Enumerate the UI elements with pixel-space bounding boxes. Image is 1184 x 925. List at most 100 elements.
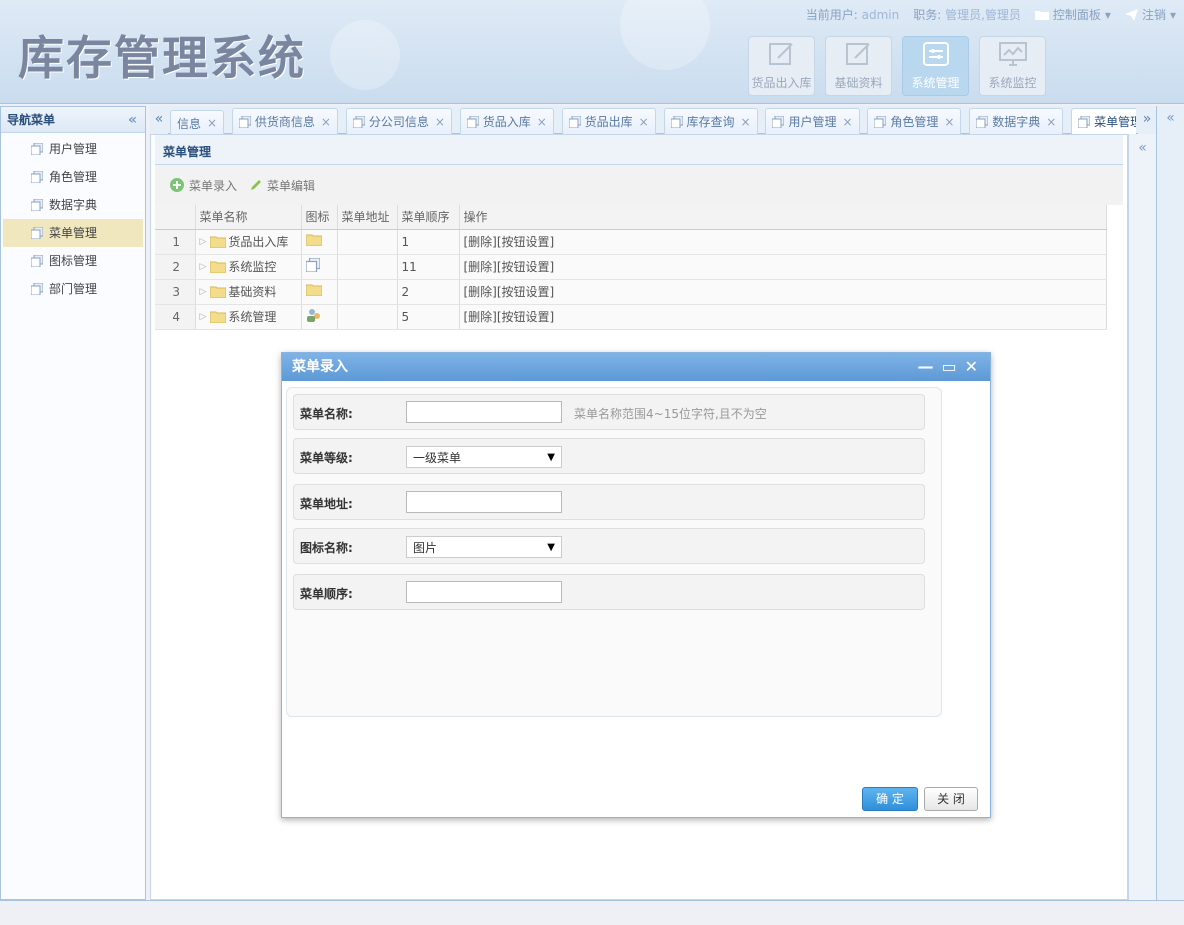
operations-cell[interactable]: [删除][按钮设置] [459,279,1107,305]
menu-order-cell: 11 [397,254,460,280]
users-icon [306,309,320,322]
menu-icon-cell [301,254,338,280]
table-row[interactable]: 4 ▷ 系统管理 5 [删除][按钮设置] [155,304,1107,330]
close-icon[interactable]: × [944,115,954,129]
row-number-header [155,205,196,230]
table-row[interactable]: 3 ▷ 基础资料 2 [删除][按钮设置] [155,279,1107,305]
tab-info[interactable]: 信息 × [170,109,225,134]
expand-icon[interactable]: ▷ [200,287,207,297]
close-icon[interactable]: × [741,115,751,129]
tab-menus[interactable]: 菜单管理× [1071,108,1136,134]
content-east-toggle[interactable]: « [1128,134,1156,900]
tab-branches[interactable]: 分公司信息 × [345,108,452,134]
expand-icon[interactable]: ▷ [200,237,207,247]
dialog-window-tools: — ▭ ✕ [917,353,978,381]
chevron-down-icon: ▾ [1169,7,1176,22]
column-header[interactable]: 菜单顺序 [397,205,460,230]
tab-scroll-right-icon[interactable]: » [1138,106,1156,134]
menu-name-cell[interactable]: ▷ 系统监控 [195,254,302,280]
menu-address-cell [337,254,398,280]
column-header[interactable]: 操作 [459,205,1107,230]
sidebar-item-roles[interactable]: 角色管理 [3,163,143,191]
folder-icon [305,234,322,247]
tab-dictionary[interactable]: 数据字典 × [969,108,1064,134]
close-icon[interactable]: × [207,116,217,130]
table-row[interactable]: 2 ▷ 系统监控 11 [删除][按钮设置] [155,254,1107,280]
operations-cell[interactable]: [删除][按钮设置] [459,229,1107,255]
close-icon[interactable]: × [639,115,649,129]
right-panel-toggle[interactable]: « [1156,106,1184,900]
sidebar-item-label: 菜单管理 [49,226,98,240]
menu-name-input[interactable] [406,401,562,423]
sidebar-item-departments[interactable]: 部门管理 [3,275,143,303]
expand-icon[interactable]: ▷ [200,312,207,322]
icon-name-label: 图标名称: [300,541,353,555]
dialog-buttons: 确 定 关 闭 [862,787,978,811]
menu-level-select[interactable]: 一级菜单 ▼ [406,446,562,468]
close-button[interactable]: 关 闭 [924,787,978,811]
maximize-icon[interactable]: ▭ [941,353,956,381]
table-row[interactable]: 1 ▷ 货品出入库 1 [删除][按钮设置] [155,229,1107,255]
close-icon[interactable]: × [842,115,852,129]
user-role: 职务: 管理员,管理员 [913,8,1021,22]
column-header[interactable]: 图标 [301,205,338,230]
page-icon [238,115,251,128]
operations-cell[interactable]: [删除][按钮设置] [459,254,1107,280]
page-icon [31,255,43,267]
collapse-left-icon[interactable]: « [128,107,137,133]
folder-icon [1034,11,1049,20]
dialog-header: 菜单录入 — ▭ ✕ [282,353,990,381]
confirm-button[interactable]: 确 定 [862,787,918,811]
close-icon[interactable]: × [1046,115,1056,129]
sidebar-item-users[interactable]: 用户管理 [3,135,143,163]
tab-goods-in[interactable]: 货品入库 × [459,108,554,134]
close-icon[interactable]: ✕ [965,353,978,381]
tab-goods-out[interactable]: 货品出库 × [561,108,656,134]
collapse-right-icon: « [1138,140,1147,156]
menu-level-label: 菜单等级: [300,451,353,465]
menu-name-label: 菜单名称: [300,407,353,421]
icon-name-select[interactable]: 图片 ▼ [406,536,562,558]
column-header[interactable]: 菜单名称 [195,205,302,230]
column-header[interactable]: 菜单地址 [337,205,398,230]
row-number: 4 [155,304,196,330]
close-icon[interactable]: × [321,115,331,129]
module-system-admin[interactable]: 系统管理 [902,36,969,96]
operations-cell[interactable]: [删除][按钮设置] [459,304,1107,330]
module-goods-io[interactable]: 货品出入库 [748,36,815,96]
menu-address-label: 菜单地址: [300,497,353,511]
form-row-order: 菜单顺序: [293,574,925,610]
menu-icon-cell [301,304,338,330]
sidebar-item-icons[interactable]: 图标管理 [3,247,143,275]
module-system-monitor[interactable]: 系统监控 [979,36,1046,96]
tab-suppliers[interactable]: 供货商信息 × [231,108,338,134]
settings-sliders-icon [922,42,949,66]
close-icon[interactable]: × [537,115,547,129]
edit-menu-button[interactable]: 菜单编辑 [249,177,315,194]
menu-order-input[interactable] [406,581,562,603]
menu-order-cell: 5 [397,304,460,330]
sidebar-item-menus[interactable]: 菜单管理 [3,219,143,247]
expand-icon[interactable]: ▷ [200,262,207,272]
module-basic-data[interactable]: 基础资料 [825,36,892,96]
menu-name-cell[interactable]: ▷ 系统管理 [195,304,302,330]
decor-bubble [620,0,710,70]
tab-users[interactable]: 用户管理 × [765,108,860,134]
sidebar-item-dictionary[interactable]: 数据字典 [3,191,143,219]
add-menu-button[interactable]: 菜单录入 [169,177,237,194]
minimize-icon[interactable]: — [917,353,933,381]
close-icon[interactable]: × [435,115,445,129]
menu-name-cell[interactable]: ▷ 基础资料 [195,279,302,305]
menu-order-cell: 2 [397,279,460,305]
menu-name-cell[interactable]: ▷ 货品出入库 [195,229,302,255]
page-icon [976,115,989,128]
page-icon [352,115,365,128]
tab-stock-query[interactable]: 库存查询 × [663,108,758,134]
control-panel-button[interactable]: 控制面板 ▾ [1034,6,1111,23]
menu-address-input[interactable] [406,491,562,513]
tab-roles[interactable]: 角色管理 × [867,108,962,134]
current-user: 当前用户: admin [805,8,900,22]
tab-scroll-left-icon[interactable]: « [150,106,168,134]
logout-button[interactable]: 注销 ▾ [1124,6,1176,23]
tab-list: 信息 × 供货商信息 × 分公司信息 × 货品入库 × 货品出库 × 库存查询 × 用户管理… [170,108,1136,134]
